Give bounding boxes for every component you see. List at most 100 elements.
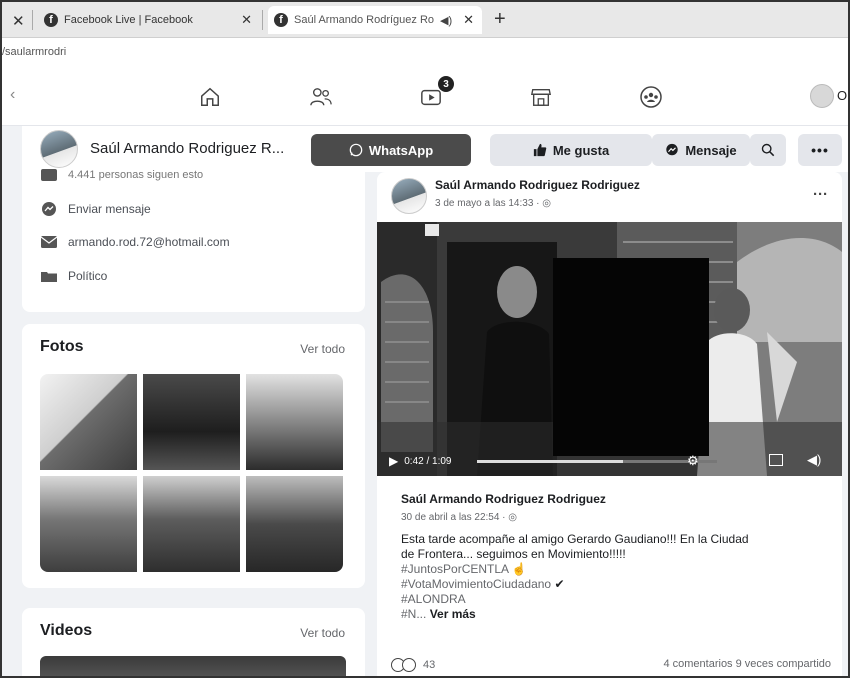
tab-title: Saúl Armando Rodríguez Ro (294, 14, 435, 26)
play-icon[interactable]: ▶ (389, 454, 398, 468)
photo-thumbnail[interactable] (40, 476, 137, 572)
ellipsis-icon: ••• (811, 142, 829, 158)
comments-shares-text[interactable]: 4 comentarios 9 veces compartido (663, 658, 831, 670)
notification-badge: 3 (438, 76, 454, 92)
shared-author-name[interactable]: Saúl Armando Rodriguez Rodriguez (401, 492, 606, 506)
videos-see-all-link[interactable]: Ver todo (300, 626, 345, 640)
post-timestamp[interactable]: 3 de mayo a las 14:33 · ◎ (435, 198, 551, 209)
whatsapp-button[interactable]: WhatsApp (311, 134, 471, 166)
followers-icon (40, 168, 58, 182)
see-more-link[interactable]: Ver más (430, 607, 476, 621)
whatsapp-label: WhatsApp (368, 142, 434, 158)
briefcase-icon (40, 269, 58, 283)
post-author-avatar[interactable] (391, 178, 427, 214)
messenger-icon (665, 143, 679, 157)
tab-separator (262, 10, 263, 30)
new-tab-button[interactable]: + (494, 8, 506, 31)
love-reaction-icon (402, 658, 416, 672)
email-text[interactable]: armando.rod.72@hotmail.com (68, 235, 230, 249)
hashtag-link[interactable]: #N... (401, 607, 426, 621)
speaker-icon[interactable]: ◀) (440, 14, 452, 27)
whatsapp-icon (349, 143, 363, 157)
profile-avatar[interactable] (40, 130, 78, 168)
account-avatar[interactable] (810, 84, 834, 108)
like-page-button[interactable]: Me gusta (490, 134, 652, 166)
marketplace-icon[interactable] (526, 82, 556, 112)
photo-thumbnail[interactable] (246, 374, 343, 470)
like-label: Me gusta (552, 142, 610, 158)
tab-facebook-live[interactable]: f Facebook Live | Facebook ✕ (40, 6, 260, 34)
send-message-text[interactable]: Enviar mensaje (68, 202, 151, 216)
photo-thumbnail[interactable] (143, 374, 240, 470)
close-tab-icon[interactable]: ✕ (12, 12, 25, 30)
video-thumbnail[interactable] (40, 656, 346, 676)
post-time-text[interactable]: 3 de mayo a las 14:33 · (435, 198, 542, 209)
reactions-count[interactable]: 43 (423, 659, 435, 671)
globe-icon: ◎ (508, 512, 518, 523)
more-options-button[interactable]: ••• (798, 134, 842, 166)
followers-text: 4.441 personas siguen esto (68, 169, 204, 181)
video-progress-fill (477, 460, 624, 463)
video-player[interactable]: ▶ 0:42 / 1:09 ⚙ ◀) (377, 222, 842, 476)
tab-separator (32, 10, 33, 30)
home-icon[interactable] (195, 82, 225, 112)
groups-icon[interactable] (636, 82, 666, 112)
hashtag-link[interactable]: #JuntosPorCENTLA (401, 562, 508, 576)
video-progress-bar[interactable] (477, 460, 717, 463)
video-time: 0:42 / 1:09 (404, 455, 452, 467)
hashtag-link[interactable]: #VotaMovimientoCiudadano (401, 577, 551, 591)
reactions-summary[interactable]: 43 (391, 658, 435, 672)
tab-strip: ✕ f Facebook Live | Facebook ✕ f Saúl Ar… (2, 2, 848, 38)
videos-card: Videos Ver todo (22, 608, 365, 676)
photos-see-all-link[interactable]: Ver todo (300, 342, 345, 356)
post-text: Esta tarde acompañe al amigo Gerardo Gau… (401, 532, 821, 622)
followers-row: 4.441 personas siguen esto (40, 166, 203, 184)
close-icon[interactable]: ✕ (233, 12, 260, 28)
fullscreen-icon[interactable] (769, 454, 783, 466)
friends-icon[interactable] (306, 82, 336, 112)
message-label: Mensaje (685, 142, 737, 158)
messenger-icon (40, 202, 58, 216)
account-name[interactable]: Ol (837, 88, 848, 103)
watch-icon[interactable]: 3 (416, 76, 454, 112)
post-text-line: de Frontera... seguimos en Movimiento!!!… (401, 547, 626, 561)
photo-thumbnail[interactable] (40, 374, 137, 470)
thumbs-up-icon (533, 143, 547, 157)
search-button[interactable] (750, 134, 786, 166)
url-text[interactable]: /saularmrodri (2, 46, 66, 58)
post-card: Saúl Armando Rodriguez Rodriguez 3 de ma… (377, 172, 842, 676)
message-button[interactable]: Mensaje (652, 134, 750, 166)
category-row: Político (40, 267, 107, 285)
hand-emoji-icon: ☝ (511, 562, 527, 576)
tab-title: Facebook Live | Facebook (64, 14, 193, 26)
volume-icon[interactable]: ◀) (807, 452, 821, 468)
facebook-navbar: ‹ 3 Ol (2, 68, 848, 126)
category-text: Político (68, 269, 108, 283)
photos-card: Fotos Ver todo (22, 324, 365, 588)
address-bar[interactable]: /saularmrodri (2, 38, 848, 68)
tab-profile[interactable]: f Saúl Armando Rodríguez Ro ◀) ✕ (268, 6, 482, 34)
post-text-line: Esta tarde acompañe al amigo Gerardo Gau… (401, 532, 749, 546)
profile-name[interactable]: Saúl Armando Rodriguez R... (90, 140, 284, 157)
photo-thumbnail[interactable] (143, 476, 240, 572)
settings-icon[interactable]: ⚙ (687, 453, 699, 469)
bird-emoji-icon: ✔ (554, 577, 565, 591)
hashtag-link[interactable]: #ALONDRA (401, 592, 466, 606)
shared-time-text[interactable]: 30 de abril a las 22:54 · (401, 512, 508, 523)
globe-icon: ◎ (542, 198, 552, 209)
shared-timestamp[interactable]: 30 de abril a las 22:54 · ◎ (401, 512, 517, 523)
photo-thumbnail[interactable] (246, 476, 343, 572)
email-row[interactable]: armando.rod.72@hotmail.com (40, 233, 230, 251)
photos-title: Fotos (40, 338, 84, 355)
send-message-row[interactable]: Enviar mensaje (40, 200, 151, 218)
videos-title: Videos (40, 622, 93, 639)
facebook-logo-icon: f (44, 13, 58, 27)
envelope-icon (40, 235, 58, 249)
close-icon[interactable]: ✕ (455, 12, 482, 28)
video-controls: ▶ 0:42 / 1:09 ⚙ ◀) (377, 446, 842, 476)
post-author-name[interactable]: Saúl Armando Rodriguez Rodriguez (435, 178, 640, 192)
post-options-icon[interactable]: ··· (813, 186, 828, 203)
chevron-left-icon[interactable]: ‹ (10, 86, 15, 104)
facebook-logo-icon: f (274, 13, 288, 27)
intro-card: 4.441 personas siguen esto Enviar mensaj… (22, 169, 365, 312)
